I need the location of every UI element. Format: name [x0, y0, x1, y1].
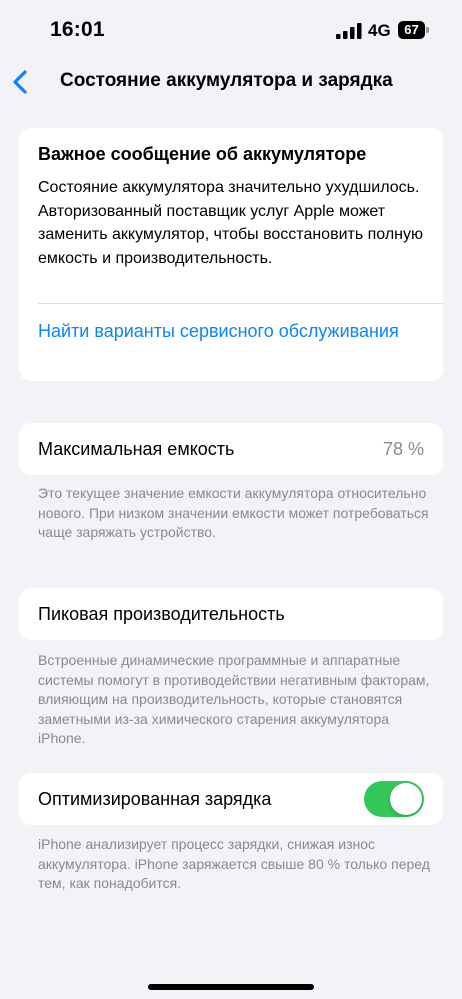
maximum-capacity-row: Максимальная емкость 78 % [19, 423, 443, 475]
peak-performance-footnote: Встроенные динамические программные и ап… [38, 652, 430, 746]
battery-level: 67 [398, 21, 425, 39]
find-service-options-link[interactable]: Найти варианты сервисного обслуживания [38, 318, 433, 344]
status-time: 16:01 [50, 18, 105, 41]
capacity-footnote: Это текущее значение емкости аккумулятор… [38, 485, 429, 540]
optimized-charging-label: Оптимизированная зарядка [38, 789, 272, 809]
alert-body: Состояние аккумулятора значительно ухудш… [38, 179, 423, 267]
network-type: 4G [368, 21, 391, 40]
toggle-knob [390, 783, 422, 815]
peak-performance-label: Пиковая производительность [38, 604, 285, 624]
chevron-left-icon[interactable] [8, 66, 38, 98]
page-title: Состояние аккумулятора и зарядка [60, 70, 393, 91]
optimized-charging-footnote: iPhone анализирует процесс зарядки, сниж… [38, 836, 430, 891]
cellular-signal-icon [336, 23, 362, 39]
optimized-charging-toggle[interactable] [364, 781, 424, 817]
battery-icon: 67 [398, 21, 430, 39]
battery-alert-card: Важное сообщение об аккумуляторе Состоян… [19, 128, 443, 381]
maximum-capacity-value: 78 % [382, 439, 424, 459]
alert-title: Важное сообщение об аккумуляторе [38, 144, 367, 164]
navigation-bar: Состояние аккумулятора и зарядка [0, 60, 462, 104]
peak-performance-row: Пиковая производительность [19, 588, 443, 640]
home-indicator[interactable] [148, 984, 314, 990]
divider [38, 303, 443, 304]
maximum-capacity-label: Максимальная емкость [38, 439, 235, 459]
status-bar: 16:01 4G 67 [0, 0, 462, 60]
battery-tip [426, 27, 429, 33]
optimized-charging-row: Оптимизированная зарядка [19, 773, 443, 825]
